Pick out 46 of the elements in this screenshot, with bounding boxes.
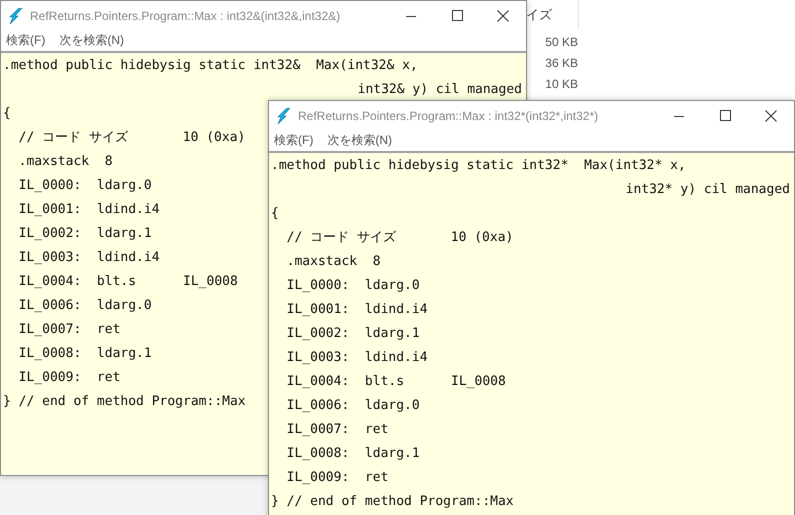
- code-line: {: [3, 105, 11, 123]
- lightning-bolt-icon: [277, 108, 291, 124]
- file-size: 10 KB: [545, 76, 578, 92]
- lightning-bolt-icon: [9, 8, 23, 24]
- code-line: IL_0004: blt.s IL_0008: [286, 373, 506, 391]
- window-title: RefReturns.Pointers.Program::Max : int32&(int32&,int32&): [30, 8, 342, 22]
- code-line: .maxstack 8: [286, 253, 381, 271]
- menu-item[interactable]: 次を検索(N): [327, 132, 392, 149]
- maximize-icon: [452, 10, 462, 21]
- code-line: IL_0009: ret: [18, 369, 120, 387]
- code-line: int32& y) cil managed: [358, 81, 522, 99]
- close-icon: [765, 110, 777, 122]
- code-line: .method public hidebysig static int32& Max(int32& x,: [3, 57, 418, 75]
- code-line: } // end of method Program::Max: [271, 493, 514, 511]
- code-line: IL_0008: ldarg.1: [286, 445, 420, 463]
- code-line: IL_0003: ldind.i4: [18, 249, 160, 267]
- code-line: IL_0001: ldind.i4: [18, 201, 160, 219]
- column-header[interactable]: イズ: [526, 6, 552, 24]
- menu-item[interactable]: 検索(F): [274, 132, 314, 149]
- code-line: .maxstack 8: [18, 153, 113, 171]
- code-line: IL_0007: ret: [18, 321, 120, 339]
- code-line: IL_0006: ldarg.0: [18, 297, 152, 315]
- file-size: 36 KB: [545, 55, 578, 71]
- close-icon: [497, 10, 509, 22]
- code-line: IL_0008: ldarg.1: [18, 345, 152, 363]
- code-line: IL_0009: ret: [286, 469, 388, 487]
- code-line: // コード サイズ 10 (0xa): [18, 129, 246, 147]
- code-line: IL_0004: blt.s IL_0008: [18, 273, 238, 291]
- code-line: } // end of method Program::Max: [3, 393, 246, 411]
- code-line: .method public hidebysig static int32* Max(int32* x,: [271, 157, 686, 175]
- code-line: // コード サイズ 10 (0xa): [286, 229, 514, 247]
- window-title: RefReturns.Pointers.Program::Max : int32*(int32*,int32*): [298, 108, 600, 122]
- code-line: IL_0000: ldarg.0: [18, 177, 152, 195]
- code-line: IL_0003: ldind.i4: [286, 349, 428, 367]
- menu-item[interactable]: 検索(F): [6, 32, 46, 49]
- code-line: IL_0006: ldarg.0: [286, 397, 420, 415]
- code-line: {: [271, 205, 279, 223]
- code-line: IL_0001: ldind.i4: [286, 301, 428, 319]
- code-line: IL_0002: ldarg.1: [286, 325, 420, 343]
- menu-item[interactable]: 次を検索(N): [59, 32, 124, 49]
- code-line: IL_0000: ldarg.0: [286, 277, 420, 295]
- maximize-icon: [720, 110, 730, 121]
- code-line: IL_0007: ret: [286, 421, 388, 439]
- code-line: IL_0002: ldarg.1: [18, 225, 152, 243]
- file-size: 50 KB: [545, 34, 578, 50]
- code-line: int32* y) cil managed: [626, 181, 790, 199]
